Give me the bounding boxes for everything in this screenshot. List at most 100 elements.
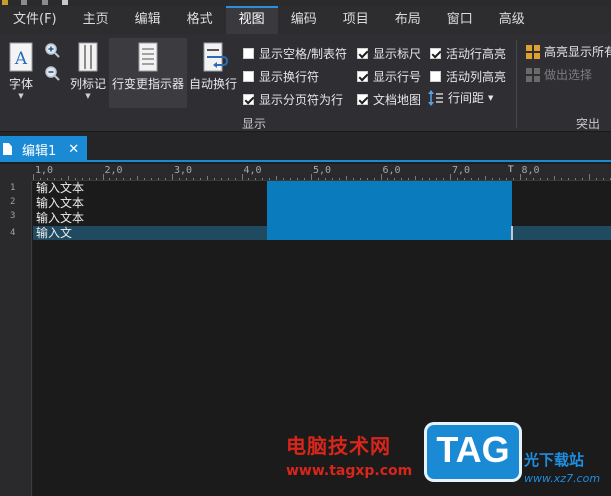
ruler-tick — [540, 178, 542, 180]
qat-icon[interactable] — [21, 0, 27, 5]
ruler-tick — [352, 178, 354, 180]
ruler-tick — [311, 174, 312, 180]
ruler-tick — [477, 178, 479, 180]
show-line-numbers-checkbox[interactable]: 显示行号 — [357, 68, 421, 85]
ruler-tick — [137, 176, 139, 180]
ruler-tick — [575, 178, 577, 180]
text-line: 输入文本 — [36, 181, 85, 195]
ruler-tick — [290, 178, 292, 180]
text-line: 输入文本 — [36, 211, 85, 225]
ruler-tick — [95, 178, 97, 180]
ruler-tick — [67, 176, 69, 180]
menu-advanced[interactable]: 高级 — [486, 6, 538, 34]
menu-project[interactable]: 项目 — [330, 6, 382, 34]
text-selection — [267, 181, 512, 240]
ruler-tick — [123, 178, 125, 180]
document-tab[interactable]: 编辑1 ✕ — [0, 136, 87, 162]
line-spacing-label: 行间距 — [448, 91, 485, 105]
highlight-group-label: 突出 — [576, 117, 601, 131]
line-spacing-icon — [428, 89, 443, 106]
doc-map-label: 文档地图 — [373, 93, 422, 107]
zoom-in-icon[interactable] — [44, 42, 60, 58]
line-number: 2 — [10, 197, 16, 207]
zoom-out-icon[interactable] — [44, 65, 60, 81]
menu-view[interactable]: 视图 — [225, 6, 278, 34]
menu-window[interactable]: 窗口 — [434, 6, 486, 34]
document-tab-title: 编辑1 — [22, 143, 57, 159]
ruler-tick — [387, 178, 389, 180]
ruler-tick — [144, 178, 146, 180]
highlight-grid-icon — [526, 44, 540, 59]
ruler-tick — [373, 178, 375, 180]
ruler-tick — [88, 178, 90, 180]
ruler-tick — [102, 174, 104, 180]
ruler-tick — [429, 178, 431, 180]
ruler-tick — [46, 178, 48, 180]
ruler-tick — [255, 178, 257, 180]
ruler-tick — [491, 178, 493, 180]
line-number: 4 — [10, 228, 16, 238]
ruler-tick — [227, 178, 229, 180]
show-spaces-tabs-checkbox[interactable]: 显示空格/制表符 — [243, 45, 347, 62]
ruler-tick — [192, 178, 194, 180]
line-spacing-dropdown[interactable]: 行间距 ▼ — [428, 89, 493, 106]
active-line-highlight-label: 活动行高亮 — [446, 47, 507, 61]
ruler-tick — [345, 176, 347, 180]
menu-encoding[interactable]: 编码 — [278, 6, 330, 34]
menu-home[interactable]: 主页 — [70, 6, 122, 34]
ruler-tick — [276, 176, 278, 180]
highlight-all-label: 高亮显示所有 — [544, 45, 611, 59]
ruler-tick — [602, 178, 604, 180]
font-button[interactable]: A 字体 ▼ — [6, 42, 36, 100]
make-selection-button[interactable]: 做出选择 — [526, 66, 592, 83]
menu-layout[interactable]: 布局 — [382, 6, 434, 34]
line-number: 1 — [10, 183, 16, 193]
menu-bar: 文件(F) 主页 编辑 格式 视图 编码 项目 布局 窗口 高级 — [0, 6, 611, 34]
ruler-tick — [165, 178, 167, 180]
column-marker-button[interactable]: 列标记 ▼ — [68, 42, 108, 100]
ruler-tick — [561, 178, 563, 180]
qat-icon[interactable] — [62, 0, 68, 5]
chevron-down-icon: ▼ — [85, 92, 91, 100]
word-wrap-button[interactable]: 自动换行 — [188, 42, 238, 92]
show-line-breaks-checkbox[interactable]: 显示换行符 — [243, 68, 319, 85]
checkbox-checked-icon — [357, 94, 368, 105]
ruler-tick — [178, 178, 180, 180]
watermark-tag-text: TAG — [436, 429, 510, 470]
active-col-highlight-checkbox[interactable]: 活动列高亮 — [430, 68, 506, 85]
ruler-label: 8,0 — [521, 165, 540, 176]
ruler-tick — [436, 178, 438, 180]
column-marker-icon — [78, 42, 98, 72]
menu-edit[interactable]: 编辑 — [122, 6, 174, 34]
qat-icon[interactable] — [42, 0, 48, 5]
ruler-tick — [262, 178, 264, 180]
ruler-tick — [533, 178, 535, 180]
line-number-gutter[interactable]: 1 2 3 4 — [0, 181, 32, 496]
doc-map-checkbox[interactable]: 文档地图 — [357, 91, 421, 108]
checkbox-icon — [430, 71, 441, 82]
ruler-tick — [53, 178, 55, 180]
ruler-tick — [331, 178, 333, 180]
ruler-tick — [199, 178, 201, 180]
ruler[interactable]: 1,0 2,0 3,0 4,0 5,0 6,0 7,0 8,0 T — [32, 164, 611, 181]
ruler-tick — [463, 178, 465, 180]
ruler-tick — [519, 174, 521, 180]
active-line-highlight-checkbox[interactable]: 活动行高亮 — [430, 45, 506, 62]
ruler-tick — [401, 178, 403, 180]
show-ruler-checkbox[interactable]: 显示标尺 — [357, 45, 421, 62]
change-indicator-button[interactable]: 行变更指示器 — [109, 38, 187, 108]
menu-file[interactable]: 文件(F) — [0, 6, 70, 34]
ruler-tick — [234, 178, 236, 180]
active-col-highlight-label: 活动列高亮 — [446, 70, 507, 84]
ruler-tick — [220, 178, 222, 180]
show-page-breaks-checkbox[interactable]: 显示分页符为行 — [243, 91, 343, 108]
change-indicator-icon — [138, 42, 158, 72]
ruler-caret-marker: T — [508, 165, 514, 175]
menu-format[interactable]: 格式 — [174, 6, 226, 34]
watermark-right-url: www.xz7.com — [524, 472, 601, 485]
ruler-tick — [74, 178, 76, 180]
highlight-all-button[interactable]: 高亮显示所有 — [526, 43, 611, 60]
close-icon[interactable]: ✕ — [68, 142, 79, 157]
ruler-tick — [158, 178, 160, 180]
ruler-tick — [450, 174, 451, 180]
